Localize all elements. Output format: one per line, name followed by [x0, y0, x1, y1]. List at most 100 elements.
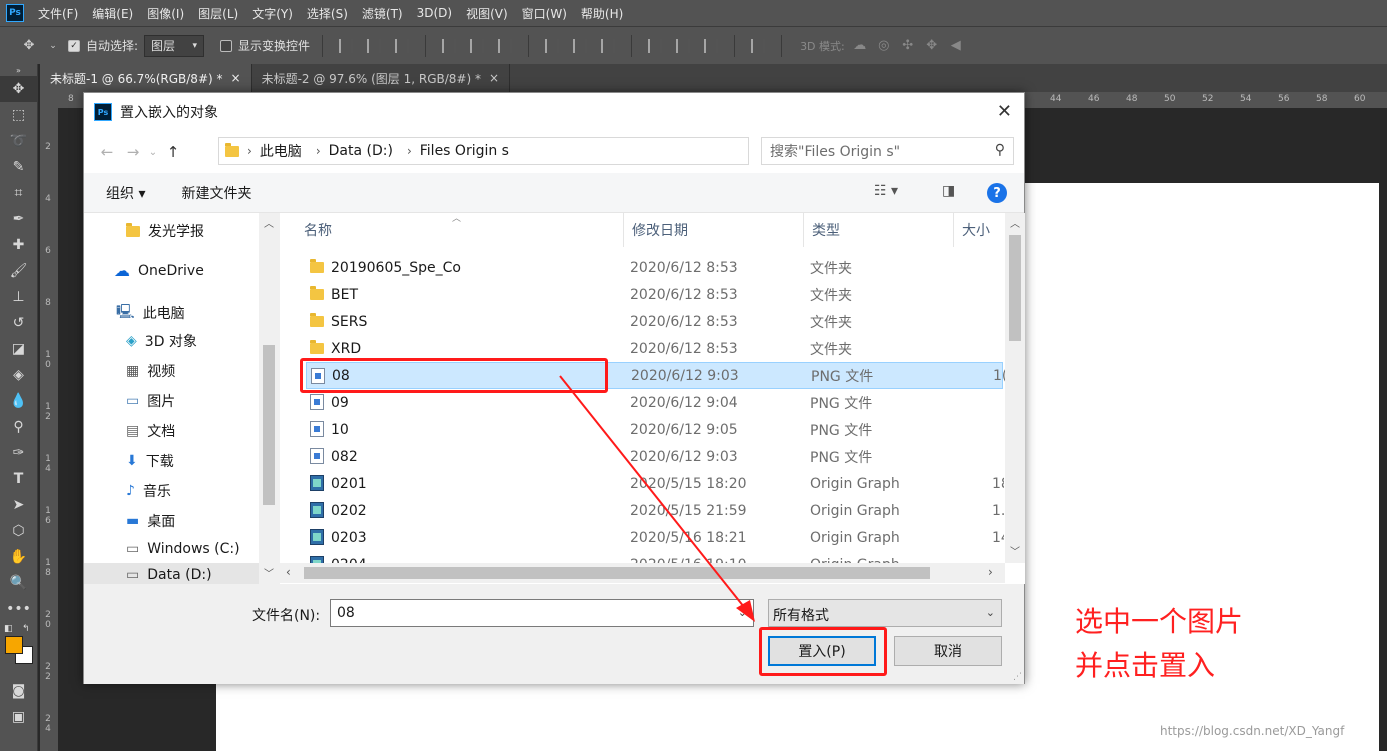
- pan-3d-icon[interactable]: ✣: [899, 38, 917, 53]
- close-icon[interactable]: ×: [489, 71, 499, 85]
- column-header-date[interactable]: 修改日期: [624, 213, 804, 247]
- search-icon[interactable]: ⚲: [995, 142, 1005, 158]
- table-row[interactable]: BET 2020/6/12 8:53 文件夹: [306, 281, 1003, 308]
- screen-mode-icon[interactable]: ▣: [0, 704, 37, 730]
- table-row[interactable]: SERS 2020/6/12 8:53 文件夹: [306, 308, 1003, 335]
- table-row[interactable]: 09 2020/6/12 9:04 PNG 文件: [306, 389, 1003, 416]
- nav-item-desktop[interactable]: ▬ 桌面: [126, 511, 175, 531]
- nav-item-downloads[interactable]: ⬇ 下载: [126, 451, 174, 471]
- menu-help[interactable]: 帮助(H): [581, 5, 623, 22]
- auto-select-checkbox[interactable]: ✓: [68, 39, 80, 52]
- column-header-type[interactable]: 类型: [804, 213, 954, 247]
- column-header-name[interactable]: 名称: [280, 213, 624, 247]
- menu-edit[interactable]: 编辑(E): [92, 5, 133, 22]
- default-colors-icon[interactable]: ◧: [4, 624, 13, 634]
- pen-tool-icon[interactable]: ✑: [0, 440, 37, 466]
- nav-item-documents[interactable]: ▤ 文档: [126, 421, 175, 441]
- align-right-icon[interactable]: [498, 38, 513, 53]
- menu-type[interactable]: 文字(Y): [252, 5, 293, 22]
- nav-item-folder[interactable]: 发光学报: [126, 221, 204, 241]
- scroll-right-icon[interactable]: ›: [988, 565, 993, 579]
- blur-tool-icon[interactable]: 💧: [0, 388, 37, 414]
- scroll-left-icon[interactable]: ‹: [286, 565, 291, 579]
- scroll-up-icon[interactable]: ︿: [1010, 215, 1020, 230]
- menu-view[interactable]: 视图(V): [466, 5, 508, 22]
- breadcrumb-files-origin[interactable]: Files Origin s: [420, 143, 509, 159]
- menu-file[interactable]: 文件(F): [38, 5, 78, 22]
- preview-pane-icon[interactable]: ◨: [942, 183, 955, 199]
- menu-window[interactable]: 窗口(W): [522, 5, 567, 22]
- nav-item-3d-objects[interactable]: ◈ 3D 对象: [126, 331, 197, 351]
- forward-arrow-icon[interactable]: →: [120, 143, 146, 161]
- help-icon[interactable]: ?: [987, 183, 1007, 203]
- brush-tool-icon[interactable]: 🖌: [0, 258, 37, 284]
- menu-layer[interactable]: 图层(L): [198, 5, 238, 22]
- tab-untitled-2[interactable]: 未标题-2 @ 97.6% (图层 1, RGB/8#) * ×: [252, 64, 511, 92]
- breadcrumb-this-pc[interactable]: 此电脑: [260, 141, 302, 161]
- close-icon[interactable]: ✕: [997, 101, 1012, 122]
- type-tool-icon[interactable]: T: [0, 466, 37, 492]
- close-icon[interactable]: ×: [231, 71, 241, 85]
- orbit-3d-icon[interactable]: ☁: [851, 38, 869, 53]
- quick-mask-icon[interactable]: ◙: [0, 678, 37, 704]
- history-brush-tool-icon[interactable]: ↺: [0, 310, 37, 336]
- show-transform-checkbox[interactable]: [220, 39, 233, 52]
- table-row[interactable]: 10 2020/6/12 9:05 PNG 文件: [306, 416, 1003, 443]
- view-options-icon[interactable]: ☷ ▾: [874, 183, 898, 199]
- hand-tool-icon[interactable]: ✋: [0, 544, 37, 570]
- chevron-down-icon[interactable]: ⌄: [44, 41, 62, 51]
- dialog-title-bar[interactable]: Ps 置入嵌入的对象 ✕: [84, 93, 1024, 131]
- quick-select-tool-icon[interactable]: ✎: [0, 154, 37, 180]
- scroll-up-icon[interactable]: ︿: [264, 215, 274, 230]
- organize-button[interactable]: 组织 ▾: [106, 183, 145, 203]
- resize-grip-icon[interactable]: ⋰: [1013, 672, 1022, 682]
- nav-item-onedrive[interactable]: ☁ OneDrive: [114, 261, 204, 280]
- scroll-thumb[interactable]: [304, 567, 930, 579]
- scroll-down-icon[interactable]: ﹀: [1010, 543, 1020, 558]
- table-row[interactable]: 0201 2020/5/15 18:20 Origin Graph 18: [306, 470, 1004, 497]
- crop-tool-icon[interactable]: ⌗: [0, 180, 37, 206]
- auto-select-dropdown[interactable]: 图层 ▾: [144, 34, 205, 57]
- nav-item-music[interactable]: ♪ 音乐: [126, 481, 171, 501]
- shape-tool-icon[interactable]: ⬡: [0, 518, 37, 544]
- chevron-down-icon[interactable]: ⌄: [738, 606, 747, 619]
- table-row[interactable]: 0202 2020/5/15 21:59 Origin Graph 1.: [306, 497, 1004, 524]
- table-row[interactable]: 20190605_Spe_Co 2020/6/12 8:53 文件夹: [306, 254, 1003, 281]
- move-tool-icon[interactable]: ✥: [20, 38, 38, 53]
- roll-3d-icon[interactable]: ◎: [875, 38, 893, 53]
- align-hcenter-icon[interactable]: [470, 38, 485, 53]
- eraser-tool-icon[interactable]: ◪: [0, 336, 37, 362]
- align-left-icon[interactable]: [442, 38, 457, 53]
- address-bar[interactable]: › 此电脑 › Data (D:) › Files Origin s ⌄ ↻: [218, 137, 880, 165]
- new-folder-button[interactable]: 新建文件夹: [181, 183, 251, 203]
- chevron-down-icon[interactable]: ⌄: [146, 147, 160, 158]
- table-row[interactable]: 082 2020/6/12 9:03 PNG 文件: [306, 443, 1003, 470]
- align-bottom-icon[interactable]: [395, 38, 410, 53]
- nav-item-videos[interactable]: ▦ 视频: [126, 361, 175, 381]
- distribute-bottom-icon[interactable]: [601, 38, 616, 53]
- swap-colors-icon[interactable]: ↰: [22, 624, 30, 634]
- auto-align-icon[interactable]: [751, 38, 766, 53]
- up-arrow-icon[interactable]: ↑: [160, 143, 186, 161]
- tab-untitled-1[interactable]: 未标题-1 @ 66.7%(RGB/8#) * ×: [40, 64, 252, 92]
- back-arrow-icon[interactable]: ←: [94, 143, 120, 161]
- file-type-select[interactable]: 所有格式 ⌄: [768, 599, 1002, 627]
- nav-item-this-pc[interactable]: 🖳 此电脑: [116, 301, 185, 325]
- scroll-thumb[interactable]: [1009, 235, 1021, 341]
- file-list-horizontal-scrollbar[interactable]: ‹ ›: [280, 563, 1005, 583]
- menu-3d[interactable]: 3D(D): [417, 6, 452, 20]
- more-tools-icon[interactable]: •••: [0, 596, 37, 622]
- nav-item-windows-c[interactable]: ▭ Windows (C:): [126, 541, 240, 557]
- search-input[interactable]: 搜索"Files Origin s" ⚲: [761, 137, 1014, 165]
- marquee-tool-icon[interactable]: ⬚: [0, 102, 37, 128]
- distribute-left-icon[interactable]: [648, 38, 663, 53]
- nav-item-data-d[interactable]: ▭ Data (D:): [84, 563, 259, 584]
- table-row[interactable]: 0203 2020/5/16 18:21 Origin Graph 14: [306, 524, 1004, 551]
- paint-bucket-tool-icon[interactable]: ◈: [0, 362, 37, 388]
- healing-brush-tool-icon[interactable]: ✚: [0, 232, 37, 258]
- scroll-thumb[interactable]: [263, 345, 275, 505]
- move-tool-icon[interactable]: ✥: [0, 76, 37, 102]
- distribute-top-icon[interactable]: [545, 38, 560, 53]
- zoom-tool-icon[interactable]: 🔍: [0, 570, 37, 596]
- slide-3d-icon[interactable]: ✥: [923, 38, 941, 53]
